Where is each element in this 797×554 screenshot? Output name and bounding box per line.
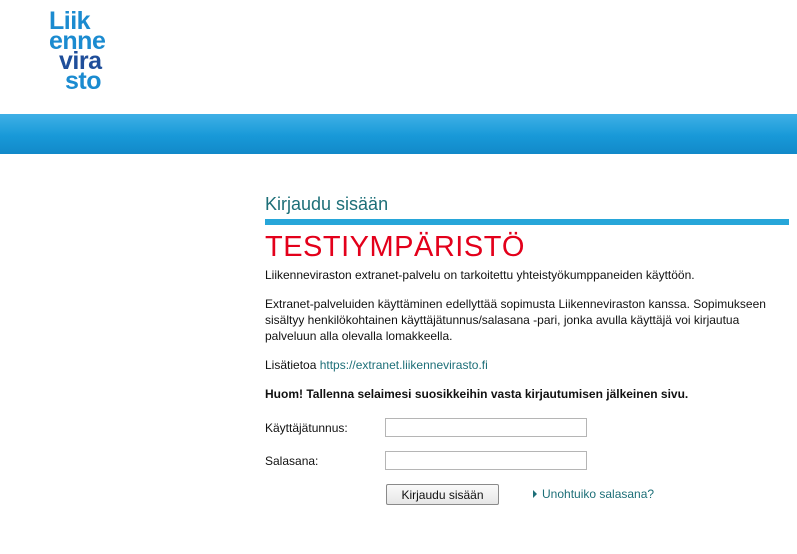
logo-line-4: sto [65,67,102,95]
password-input[interactable] [385,451,587,470]
test-environment-notice: TESTIYMPÄRISTÖ [265,231,525,263]
username-label: Käyttäjätunnus: [265,421,348,435]
intro-text: Liikenneviraston extranet-palvelu on tar… [265,268,695,282]
heading-divider [265,219,789,225]
liikennevirasto-logo[interactable]: Liik enne vira sto [49,9,129,95]
more-info-label: Lisätietoa [265,358,317,372]
login-button[interactable]: Kirjaudu sisään [386,484,499,505]
arrow-right-icon [533,490,537,498]
login-page: Liik enne vira sto Kirjaudu sisään TESTI… [0,0,797,554]
agreement-text: Extranet-palveluiden käyttäminen edellyt… [265,297,766,343]
forgot-password-label: Unohtuiko salasana? [542,487,655,501]
forgot-password-link[interactable]: Unohtuiko salasana? [533,487,654,501]
page-title: Kirjaudu sisään [265,194,389,214]
password-row: Salasana: [265,451,595,473]
more-info-text: Lisätietoa https://extranet.liikennevira… [265,357,789,373]
username-row: Käyttäjätunnus: [265,418,595,440]
username-input[interactable] [385,418,587,437]
header-banner [0,114,797,154]
login-content: Kirjaudu sisään TESTIYMPÄRISTÖ Liikennev… [265,193,789,402]
extranet-link[interactable]: https://extranet.liikennevirasto.fi [320,358,488,372]
bookmark-note: Huom! Tallenna selaimesi suosikkeihin va… [265,387,689,401]
password-label: Salasana: [265,454,319,468]
